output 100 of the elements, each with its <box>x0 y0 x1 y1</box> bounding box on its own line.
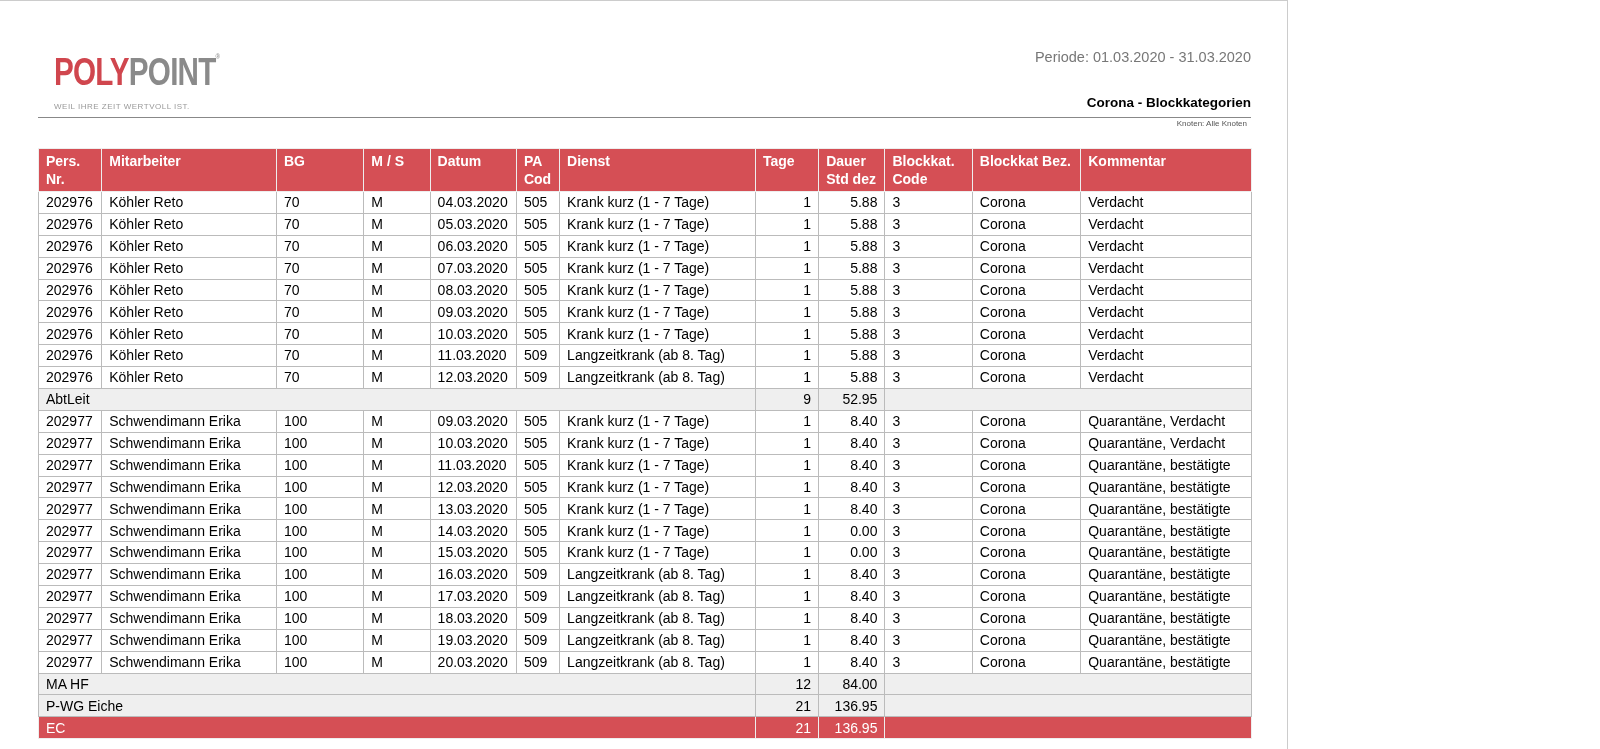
table-cell: 505 <box>516 235 560 258</box>
table-cell: 12.03.2020 <box>430 366 517 389</box>
table-cell: 06.03.2020 <box>430 235 517 258</box>
table-cell: 509 <box>516 629 560 652</box>
table-cell: 70 <box>276 279 364 301</box>
table-cell: Corona <box>972 585 1081 608</box>
table-cell: 100 <box>276 432 364 455</box>
table-cell: 505 <box>516 497 560 520</box>
table-cell: 505 <box>516 476 560 498</box>
table-cell: 505 <box>516 541 560 564</box>
table-cell: 3 <box>884 257 973 280</box>
table-cell: Schwendimann Erika <box>101 519 277 542</box>
table-cell: 505 <box>516 322 560 345</box>
table-cell: 70 <box>276 235 364 258</box>
table-cell: Krank kurz (1 - 7 Tage) <box>559 279 756 301</box>
column-header: M / S <box>363 148 431 192</box>
table-cell: 1 <box>755 585 819 608</box>
table-cell: 3 <box>884 213 973 236</box>
table-cell: 1 <box>755 300 819 323</box>
table-cell: 05.03.2020 <box>430 213 517 236</box>
column-header: Kommentar <box>1080 148 1252 192</box>
table-cell: 10.03.2020 <box>430 322 517 345</box>
table-cell: Verdacht <box>1080 213 1252 236</box>
table-cell: Krank kurz (1 - 7 Tage) <box>559 235 756 258</box>
table-cell: 202976 <box>38 344 102 367</box>
table-cell: 202976 <box>38 213 102 236</box>
table-cell: 19.03.2020 <box>430 629 517 652</box>
table-cell: 202976 <box>38 279 102 301</box>
table-cell: Köhler Reto <box>101 191 277 214</box>
table-cell: 509 <box>516 344 560 367</box>
table-cell: 8.40 <box>818 585 885 608</box>
table-cell: 202976 <box>38 300 102 323</box>
table-cell: Verdacht <box>1080 235 1252 258</box>
table-cell: Köhler Reto <box>101 344 277 367</box>
table-cell: Verdacht <box>1080 322 1252 345</box>
table-cell: Krank kurz (1 - 7 Tage) <box>559 519 756 542</box>
table-cell: 202977 <box>38 607 102 630</box>
table-cell: Langzeitkrank (ab 8. Tag) <box>559 585 756 608</box>
table-cell: 8.40 <box>818 410 885 433</box>
table-cell: Corona <box>972 519 1081 542</box>
table-cell: 202977 <box>38 651 102 674</box>
table-cell: M <box>363 585 431 608</box>
table-cell: 1 <box>755 607 819 630</box>
table-cell: 1 <box>755 476 819 498</box>
table-cell: Langzeitkrank (ab 8. Tag) <box>559 344 756 367</box>
table-cell: 3 <box>884 279 973 301</box>
table-cell: M <box>363 344 431 367</box>
table-cell: M <box>363 519 431 542</box>
table-cell: Verdacht <box>1080 344 1252 367</box>
column-header: Blockkat Bez. <box>972 148 1081 192</box>
table-cell: M <box>363 651 431 674</box>
table-cell: Köhler Reto <box>101 322 277 345</box>
table-cell: 3 <box>884 585 973 608</box>
table-cell: 3 <box>884 235 973 258</box>
column-header: Pers. Nr. <box>38 148 102 192</box>
table-cell: Schwendimann Erika <box>101 410 277 433</box>
table-cell: Schwendimann Erika <box>101 432 277 455</box>
table-cell: 3 <box>884 344 973 367</box>
column-header: Datum <box>430 148 517 192</box>
table-cell: 5.88 <box>818 191 885 214</box>
table-cell: 3 <box>884 629 973 652</box>
node-filter-text: Knoten: Alle Knoten <box>1176 118 1247 130</box>
table-cell: 8.40 <box>818 432 885 455</box>
table-cell: 202976 <box>38 191 102 214</box>
table-cell: 10.03.2020 <box>430 432 517 455</box>
table-cell: 14.03.2020 <box>430 519 517 542</box>
table-cell: Krank kurz (1 - 7 Tage) <box>559 541 756 564</box>
table-cell: 3 <box>884 519 973 542</box>
column-header: Mitarbeiter <box>101 148 277 192</box>
table-cell: M <box>363 454 431 477</box>
table-cell: Corona <box>972 432 1081 455</box>
table-cell: 8.40 <box>818 497 885 520</box>
table-cell: 0.00 <box>818 519 885 542</box>
table-cell: Krank kurz (1 - 7 Tage) <box>559 257 756 280</box>
table-cell: 100 <box>276 519 364 542</box>
table-cell: Krank kurz (1 - 7 Tage) <box>559 191 756 214</box>
table-cell: Corona <box>972 191 1081 214</box>
table-cell: 5.88 <box>818 344 885 367</box>
table-cell: Schwendimann Erika <box>101 629 277 652</box>
table-cell: 1 <box>755 191 819 214</box>
table-cell: Corona <box>972 213 1081 236</box>
column-header: Dauer Std dez <box>818 148 885 192</box>
table-cell: M <box>363 607 431 630</box>
logo-tagline: WEIL IHRE ZEIT WERTVOLL IST. <box>54 101 190 113</box>
table-cell: 1 <box>755 454 819 477</box>
table-cell: 1 <box>755 497 819 520</box>
table-cell: Corona <box>972 257 1081 280</box>
table-cell: Köhler Reto <box>101 257 277 280</box>
table-cell: 1 <box>755 651 819 674</box>
table-cell: 16.03.2020 <box>430 563 517 586</box>
table-cell: Krank kurz (1 - 7 Tage) <box>559 454 756 477</box>
table-cell: Schwendimann Erika <box>101 454 277 477</box>
column-header: BG <box>276 148 364 192</box>
table-cell: 509 <box>516 607 560 630</box>
table-cell: 3 <box>884 541 973 564</box>
table-cell: Köhler Reto <box>101 366 277 389</box>
table-cell: 1 <box>755 279 819 301</box>
table-cell: 100 <box>276 497 364 520</box>
table-cell: Krank kurz (1 - 7 Tage) <box>559 497 756 520</box>
table-cell: Verdacht <box>1080 191 1252 214</box>
